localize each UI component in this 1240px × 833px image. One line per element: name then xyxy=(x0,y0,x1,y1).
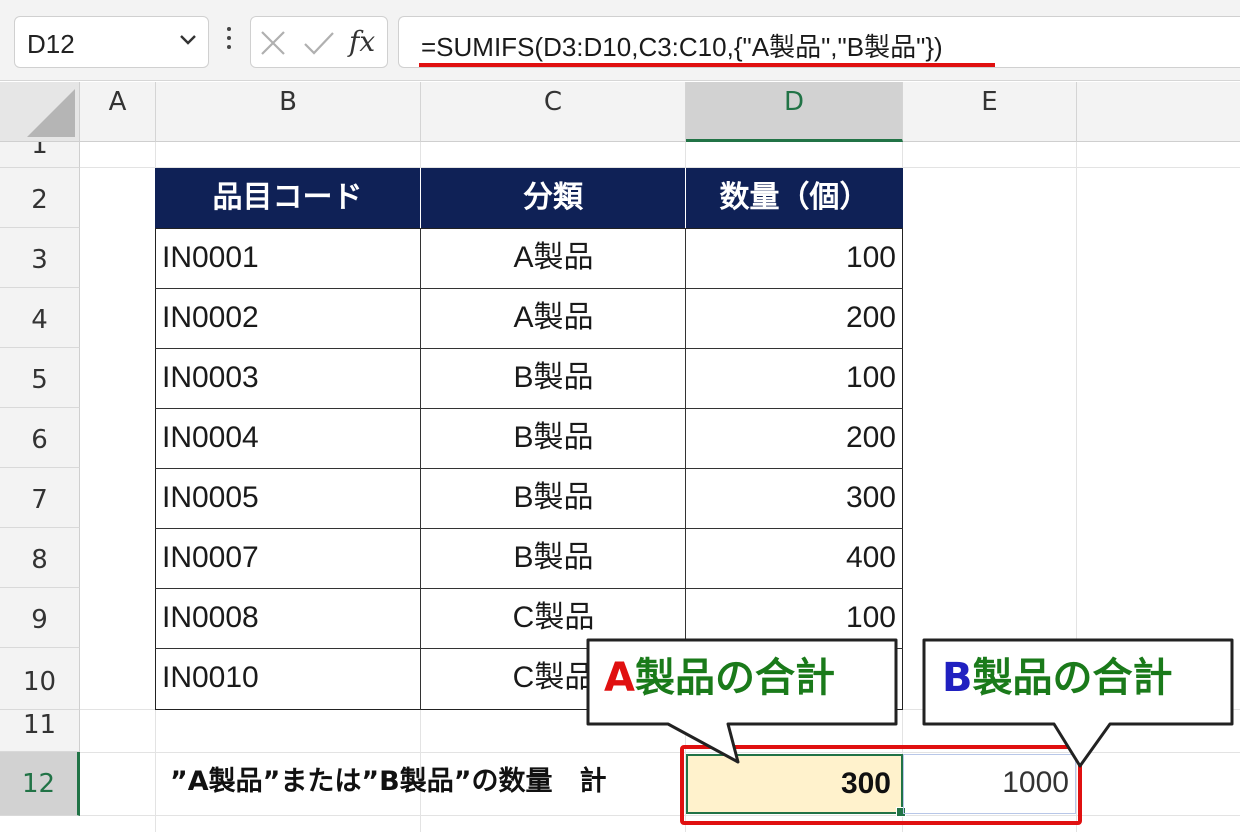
callout-bubbles xyxy=(586,638,1234,768)
callout-a-letter: A xyxy=(604,655,635,701)
callout-a: A製品の合計 xyxy=(604,645,835,703)
callout-b-text: 製品の合計 xyxy=(972,655,1173,701)
callout-b: B製品の合計 xyxy=(942,645,1173,703)
callout-a-text: 製品の合計 xyxy=(634,655,835,701)
callout-b-letter: B xyxy=(942,655,973,701)
